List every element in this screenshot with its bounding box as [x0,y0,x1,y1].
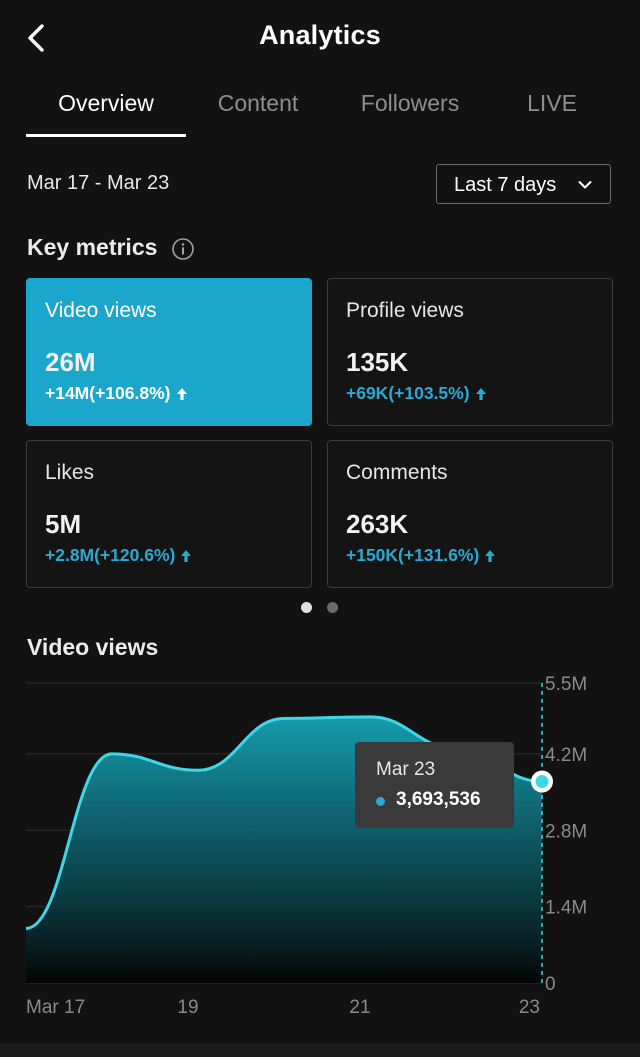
page-title: Analytics [259,20,381,50]
chart-canvas: 0 1.4M 2.8M 4.2M 5.5M Mar 17 19 21 23 [25,674,587,1018]
y-axis-tick-label: 2.8M [545,821,587,842]
y-axis-tick-label: 0 [545,974,556,995]
header: Analytics [0,0,640,72]
arrow-up-icon [485,550,496,562]
date-range-dropdown-label: Last 7 days [454,174,557,196]
chart-highlight-point-inner [535,775,549,789]
arrow-up-icon [176,388,187,400]
metric-card-likes[interactable]: Likes 5M +2.8M(+120.6%) [26,440,312,588]
metric-change: +69K(+103.5%) [346,383,487,404]
metric-label: Video views [45,299,157,322]
metric-card-video-views[interactable]: Video views 26M +14M(+106.8%) [26,278,312,426]
metric-value: 263K [346,509,409,539]
chart-tooltip: Mar 23 3,693,536 [355,742,514,828]
tab-overview[interactable]: Overview [26,90,186,117]
tooltip-value: 3,693,536 [396,789,481,810]
y-axis-tick-label: 1.4M [545,898,587,919]
pagination-dot-2[interactable] [327,602,338,613]
metric-label: Comments [346,461,448,484]
date-range-label: Mar 17 - Mar 23 [27,172,170,194]
metric-value: 135K [346,347,409,377]
y-axis-tick-label: 4.2M [545,745,587,766]
arrow-up-icon [475,388,486,400]
metric-card-profile-views[interactable]: Profile views 135K +69K(+103.5%) [327,278,613,426]
active-tab-indicator [26,134,186,137]
metric-change: +2.8M(+120.6%) [45,545,192,566]
tab-live[interactable]: LIVE [511,90,593,117]
date-range-dropdown[interactable]: Last 7 days [436,164,611,204]
y-axis-tick-label: 5.5M [545,674,587,695]
x-axis-tick-label: 23 [519,997,540,1018]
tooltip-date: Mar 23 [376,759,436,780]
metric-change: +14M(+106.8%) [45,383,188,404]
key-metrics-title: Key metrics [27,234,158,260]
chevron-down-icon [578,181,592,189]
video-views-chart-title: Video views [27,634,159,660]
metric-change: +150K(+131.6%) [346,545,496,566]
bottom-edge [0,1043,640,1057]
tab-bar: Overview Content Followers LIVE [0,80,640,138]
pagination-dot-1[interactable] [301,602,312,613]
arrow-up-icon [181,550,192,562]
metric-card-comments[interactable]: Comments 263K +150K(+131.6%) [327,440,613,588]
info-icon[interactable] [171,237,195,261]
tooltip-series-dot [376,797,385,806]
metric-value: 26M [45,347,96,377]
metric-label: Profile views [346,299,464,322]
video-views-chart[interactable]: 0 1.4M 2.8M 4.2M 5.5M Mar 17 19 21 23 [0,670,640,1030]
x-axis-tick-label: Mar 17 [26,997,85,1018]
tab-content[interactable]: Content [198,90,318,117]
x-axis-tick-label: 21 [349,997,370,1018]
metric-label: Likes [45,461,95,484]
x-axis-tick-label: 19 [177,997,198,1018]
tab-followers[interactable]: Followers [345,90,475,117]
metric-value: 5M [45,509,82,539]
